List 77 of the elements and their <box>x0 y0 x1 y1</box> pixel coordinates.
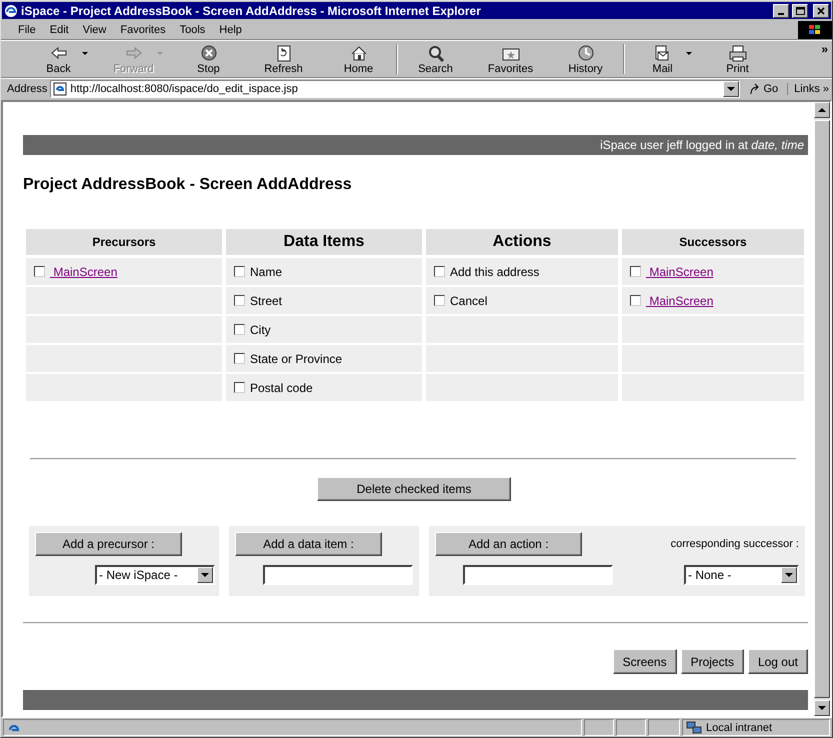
address-field[interactable]: http://localhost:8080/ispace/do_edit_ispace.jsp <box>50 80 740 98</box>
text-input[interactable] <box>463 565 613 585</box>
nav-button[interactable]: Log out <box>748 649 808 674</box>
checkbox[interactable] <box>434 295 445 306</box>
toolbar-button[interactable]: Mail <box>625 42 700 76</box>
dropdown-select[interactable]: - New iSpace - <box>95 565 215 585</box>
screen-link[interactable]: MainScreen <box>646 264 714 278</box>
menu-item[interactable]: Edit <box>42 24 76 36</box>
checkbox[interactable] <box>630 295 641 306</box>
go-button[interactable]: Go <box>743 83 784 95</box>
network-icon <box>686 720 702 734</box>
item-label: Cancel <box>450 294 488 308</box>
more-chevron[interactable]: » <box>821 42 828 56</box>
toolbar-button[interactable]: Back <box>21 42 96 76</box>
item-label: Street <box>250 294 282 308</box>
dropdown-arrow-icon[interactable] <box>785 572 793 578</box>
dropdown-arrow-icon[interactable] <box>201 572 209 578</box>
login-text: iSpace user jeff logged in at date, time <box>600 138 804 152</box>
column-header: Data Items <box>226 229 422 255</box>
delete-button[interactable]: Delete checked items <box>317 477 511 501</box>
window-title: iSpace - Project AddressBook - Screen AddAddress - Microsoft Internet Explorer <box>21 4 482 18</box>
add-button[interactable]: Add a precursor : <box>35 532 182 556</box>
text-input[interactable] <box>263 565 413 585</box>
menu-item[interactable]: Help <box>212 24 249 36</box>
column-header: Successors <box>622 229 804 255</box>
links-button[interactable]: Links » <box>787 83 829 95</box>
add-button[interactable]: Add an action : <box>435 532 582 556</box>
toolbar-button[interactable]: Refresh <box>246 42 321 76</box>
menu-item[interactable]: View <box>76 24 114 36</box>
checkbox[interactable] <box>234 382 245 393</box>
column-header: Actions <box>426 229 618 255</box>
screen-link[interactable]: MainScreen <box>50 264 118 278</box>
zone-text: Local intranet <box>706 722 772 734</box>
scrollbar[interactable] <box>814 102 830 716</box>
checkbox[interactable] <box>234 295 245 306</box>
item-label: Postal code <box>250 380 313 394</box>
checkbox[interactable] <box>34 266 45 277</box>
printer-icon <box>728 44 748 62</box>
item-label: State or Province <box>250 352 342 366</box>
toolbar-button[interactable]: History <box>548 42 623 76</box>
menu-item[interactable]: Tools <box>172 24 212 36</box>
toolbar-button[interactable]: Search <box>398 42 473 76</box>
toolbar-button[interactable]: Stop <box>171 42 246 76</box>
toolbar-button[interactable]: Favorites <box>473 42 548 76</box>
screen-link[interactable]: MainScreen <box>646 294 714 308</box>
nav-button[interactable]: Screens <box>612 649 677 674</box>
checkbox[interactable] <box>234 324 245 335</box>
page-icon <box>53 82 68 96</box>
add-button[interactable]: Add a data item : <box>235 532 382 556</box>
maximize-icon[interactable] <box>795 6 805 16</box>
scroll-down-icon[interactable] <box>818 706 826 710</box>
scroll-up-icon[interactable] <box>818 108 826 112</box>
checkbox[interactable] <box>234 266 245 277</box>
dropdown-arrow-icon[interactable] <box>727 86 736 92</box>
item-label: Add this address <box>450 264 540 278</box>
successor-label: corresponding successor : <box>670 538 799 550</box>
nav-button[interactable]: Projects <box>680 649 744 674</box>
toolbar-button[interactable]: Print <box>700 42 775 76</box>
history-icon <box>576 44 596 62</box>
url-text: http://localhost:8080/ispace/do_edit_ispace.jsp <box>70 83 299 95</box>
close-icon[interactable] <box>816 6 826 16</box>
column-header: Precursors <box>26 229 222 255</box>
checkbox[interactable] <box>434 266 445 277</box>
page-heading: Project AddressBook - Screen AddAddress <box>23 176 353 195</box>
checkbox[interactable] <box>630 266 641 277</box>
address-label: Address <box>7 83 48 95</box>
windows-logo <box>798 20 832 38</box>
item-label: Name <box>250 264 282 278</box>
toolbar-button[interactable]: Home <box>321 42 396 76</box>
browser-icon <box>4 4 18 18</box>
go-arrow-icon <box>749 83 762 95</box>
stop-icon <box>198 44 218 62</box>
dropdown-select[interactable]: - None - <box>684 565 799 585</box>
item-label: City <box>250 322 271 336</box>
menu-item[interactable]: Favorites <box>113 24 173 36</box>
checkbox[interactable] <box>234 353 245 364</box>
menu-item[interactable]: File <box>11 24 43 36</box>
